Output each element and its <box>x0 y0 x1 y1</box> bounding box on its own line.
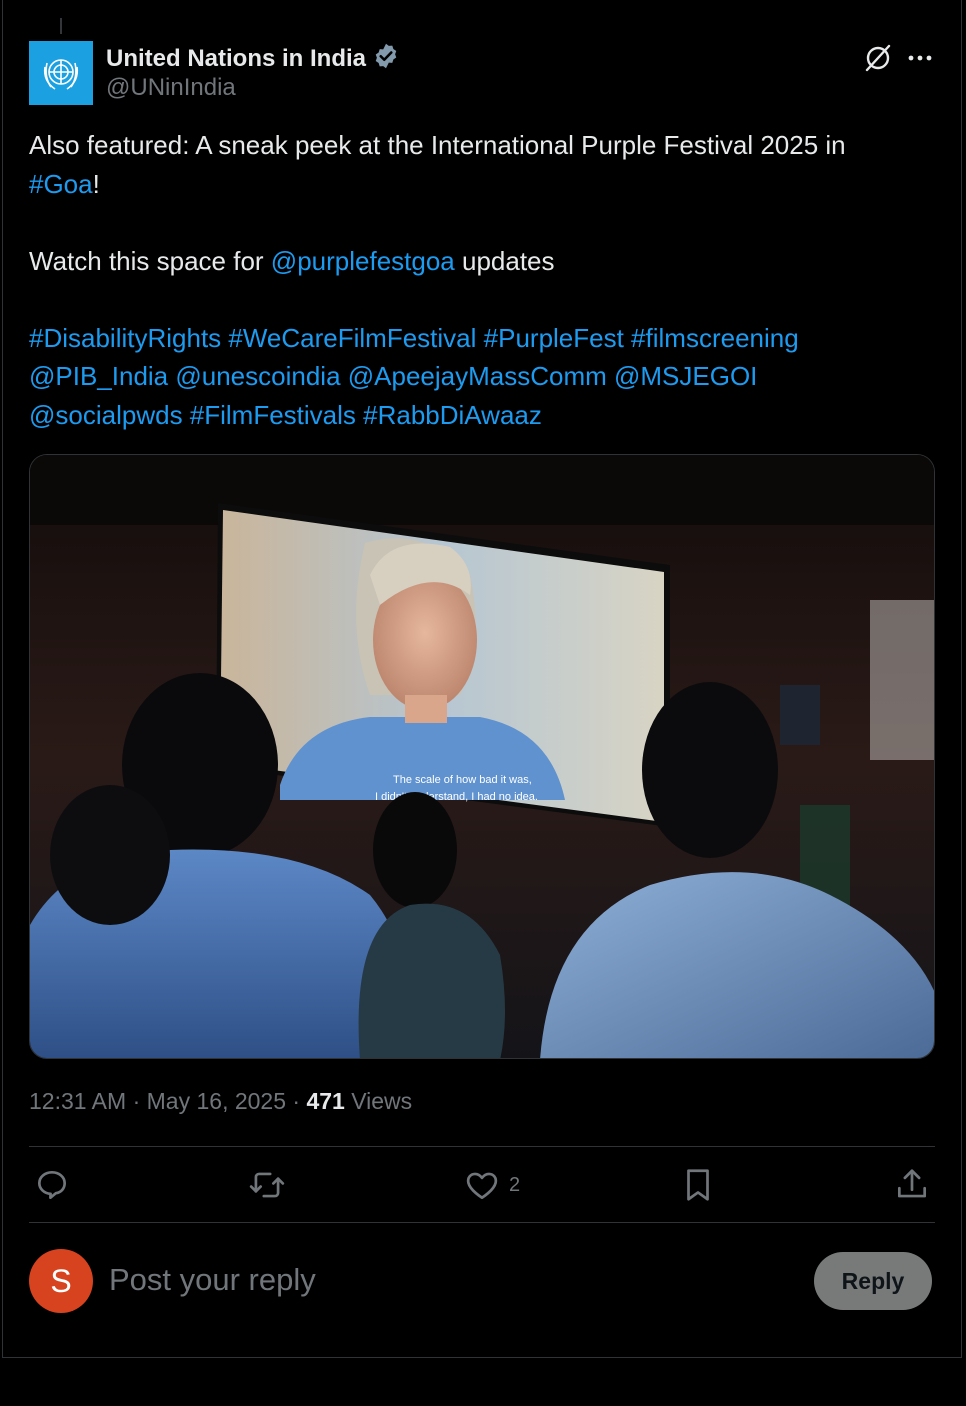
reply-submit-button[interactable]: Reply <box>814 1252 932 1310</box>
reply-icon <box>37 1170 67 1200</box>
film-screening-photo: The scale of how bad it was, I didn't un… <box>30 455 934 1058</box>
tweet-meta: 12:31 AM · May 16, 2025 · 471 Views <box>29 1088 412 1115</box>
more-icon[interactable] <box>904 42 936 74</box>
bookmark-icon <box>687 1169 709 1201</box>
grok-icon[interactable] <box>862 42 894 74</box>
un-emblem-icon <box>43 59 79 90</box>
divider <box>29 1146 935 1147</box>
reply-input[interactable]: Post your reply <box>109 1262 316 1298</box>
share-icon <box>897 1169 927 1198</box>
thread-line <box>60 18 62 34</box>
like-button[interactable]: 2 <box>463 1166 520 1204</box>
bookmark-button[interactable] <box>679 1166 717 1204</box>
meta-separator: · <box>286 1088 307 1114</box>
mention-link[interactable]: @purplefestgoa <box>271 246 455 276</box>
hashtag-line[interactable]: #DisabilityRights #WeCareFilmFestival #P… <box>29 319 929 358</box>
tweet-text-fragment: ! <box>92 168 100 199</box>
views-count: 471 <box>306 1088 345 1114</box>
author-avatar[interactable] <box>29 41 93 105</box>
author-name[interactable]: United Nations in India <box>106 45 366 73</box>
mention-line[interactable]: @PIB_India @unescoindia @ApeejayMassComm… <box>29 357 929 396</box>
action-bar: 2 <box>29 1148 935 1222</box>
tweet-text: Also featured: A sneak peek at the Inter… <box>29 126 929 434</box>
tweet-line: Also featured: A sneak peek at the Inter… <box>29 126 929 165</box>
hashtag-line[interactable]: @socialpwds #FilmFestivals #RabbDiAwaaz <box>29 396 929 435</box>
share-button[interactable] <box>893 1166 931 1204</box>
retweet-icon <box>249 1172 285 1198</box>
user-avatar[interactable]: S <box>29 1249 93 1313</box>
verified-badge-icon <box>372 42 400 75</box>
subtitle-line1: The scale of how bad it was, <box>393 774 532 786</box>
tweet-date[interactable]: May 16, 2025 <box>147 1088 286 1114</box>
retweet-button[interactable] <box>247 1166 287 1204</box>
tweet-line: Watch this space for @purplefestgoa upda… <box>29 242 929 281</box>
meta-separator: · <box>126 1088 147 1114</box>
author-name-row: United Nations in India <box>106 42 400 75</box>
tweet-line: #Goa! <box>29 165 929 204</box>
like-icon <box>466 1172 498 1200</box>
tweet-text-fragment: Watch this space for <box>29 245 271 276</box>
tweet-text-line1: Also featured: A sneak peek at the Inter… <box>29 130 846 160</box>
hashtag-link[interactable]: #Goa <box>29 169 93 199</box>
like-count: 2 <box>509 1173 521 1196</box>
tweet-time[interactable]: 12:31 AM <box>29 1088 126 1114</box>
tweet-text-fragment: updates <box>454 245 555 276</box>
views-label: Views <box>344 1088 413 1114</box>
divider <box>29 1222 935 1223</box>
tweet-media-image[interactable]: The scale of how bad it was, I didn't un… <box>29 454 935 1059</box>
author-handle[interactable]: @UNinIndia <box>106 74 236 102</box>
reply-button[interactable] <box>33 1166 71 1204</box>
